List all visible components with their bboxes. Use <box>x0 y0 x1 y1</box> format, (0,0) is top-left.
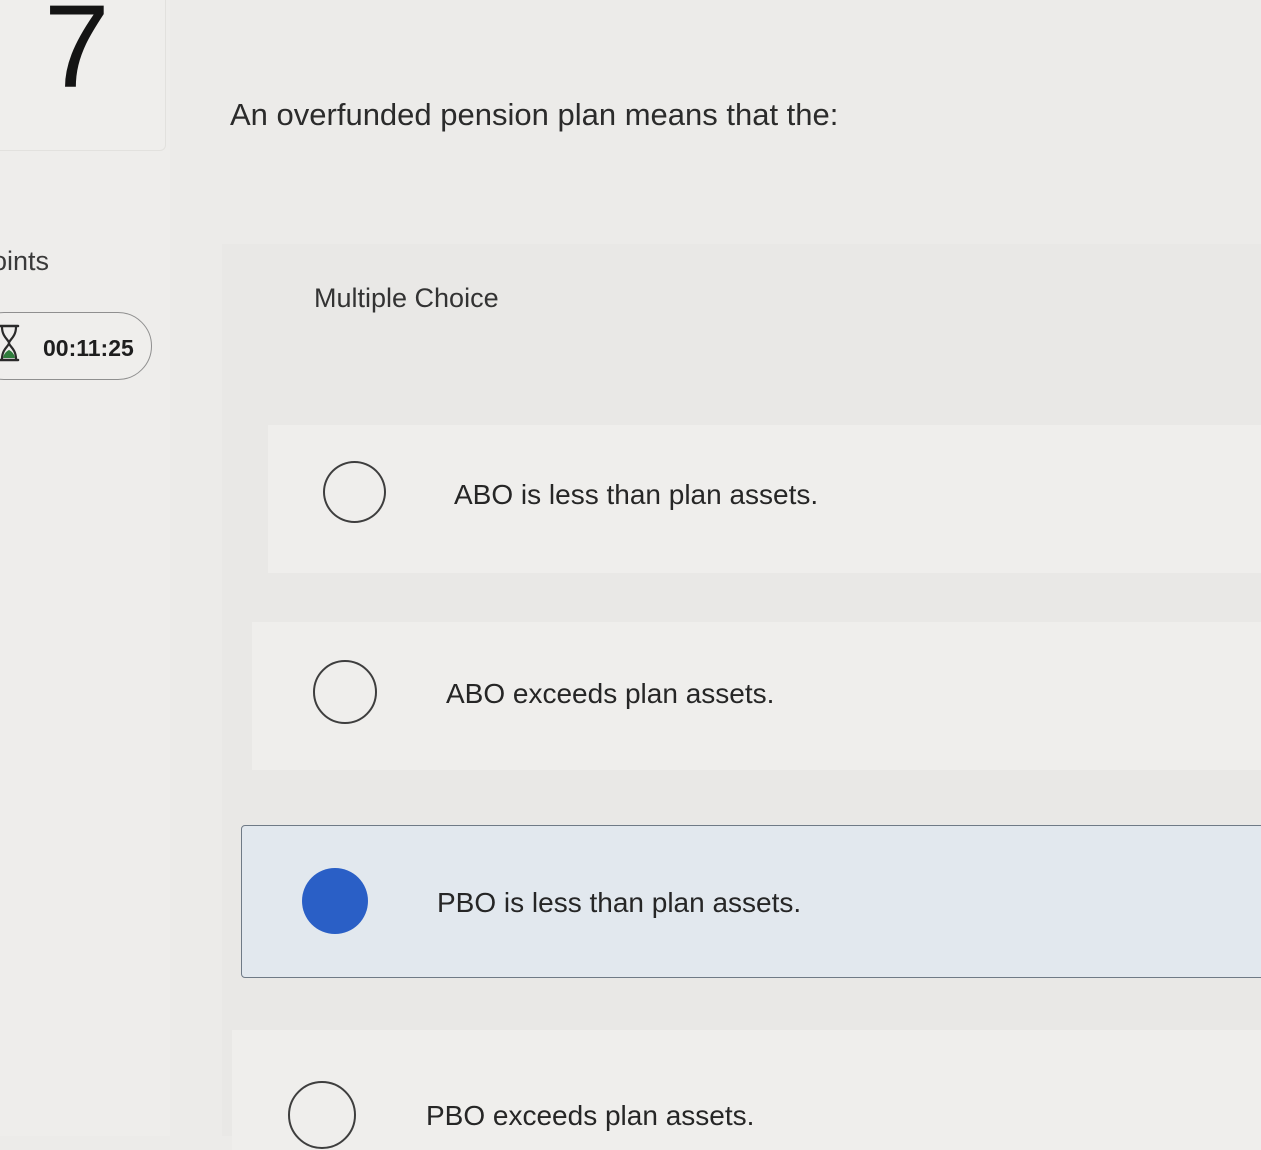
timer-value: 00:11:25 <box>43 335 134 361</box>
question-sidebar <box>0 0 170 1136</box>
answer-option-label: ABO exceeds plan assets. <box>446 678 775 709</box>
radio-button-unselected[interactable] <box>313 660 377 724</box>
question-type-label: Multiple Choice <box>314 283 499 313</box>
radio-button-unselected[interactable] <box>323 461 386 523</box>
question-number: 7 <box>44 0 110 113</box>
answer-option-2[interactable]: ABO exceeds plan assets. <box>252 622 1261 770</box>
timer: 00:11:25 <box>0 312 152 380</box>
answer-option-4[interactable]: PBO exceeds plan assets. <box>232 1030 1261 1150</box>
question-number-box: 7 <box>0 0 166 151</box>
answer-option-3-selected[interactable]: PBO is less than plan assets. <box>241 825 1261 978</box>
hourglass-icon <box>0 324 20 362</box>
question-prompt: An overfunded pension plan means that th… <box>230 97 839 132</box>
radio-button-unselected[interactable] <box>288 1081 356 1149</box>
answer-option-label: PBO is less than plan assets. <box>437 887 802 918</box>
answer-option-1[interactable]: ABO is less than plan assets. <box>268 425 1261 573</box>
answer-option-label: PBO exceeds plan assets. <box>426 1100 755 1131</box>
points-label: oints <box>0 246 50 276</box>
answer-option-label: ABO is less than plan assets. <box>454 479 819 510</box>
radio-button-selected[interactable] <box>302 868 368 934</box>
